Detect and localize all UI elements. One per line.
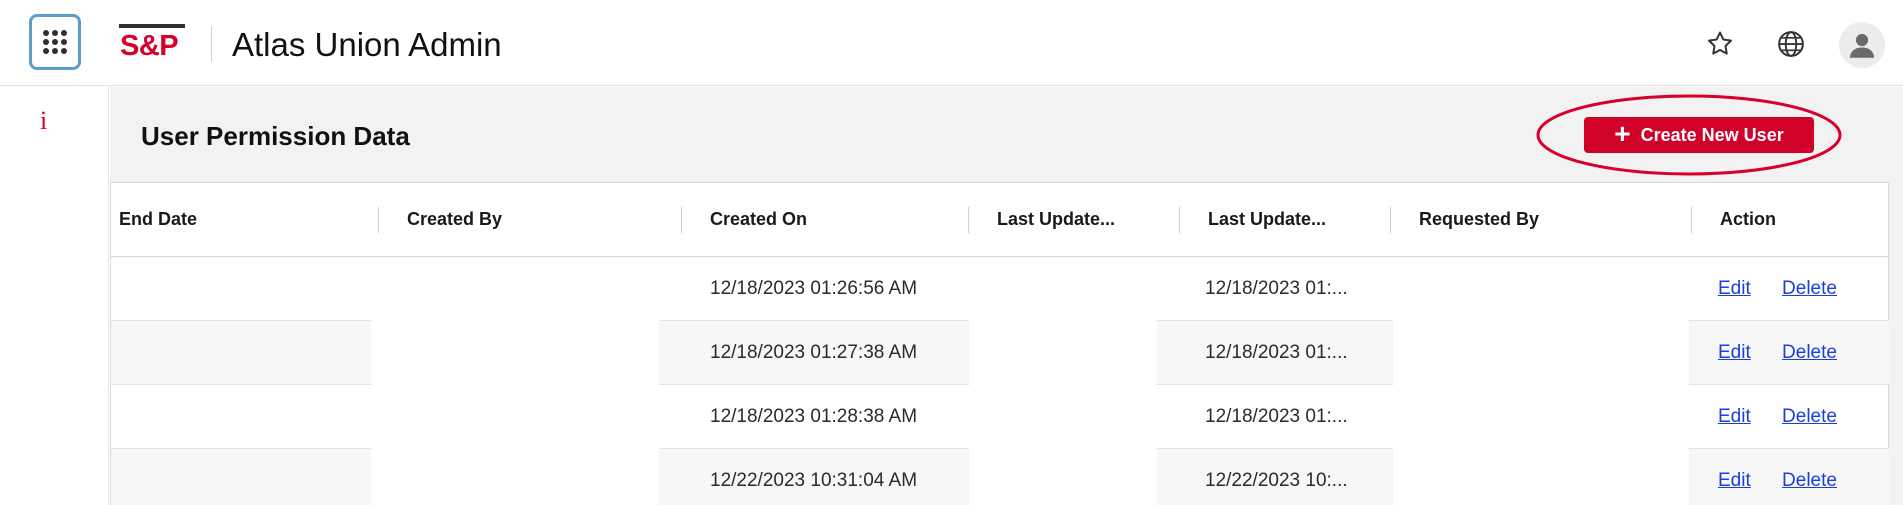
edit-link[interactable]: Edit (1718, 278, 1751, 299)
table-row: 12/18/2023 01:27:38 AM 12/18/2023 01:...… (111, 321, 1888, 384)
permissions-table: End Date Created By Created On Last Upda… (110, 182, 1889, 505)
table-header: End Date Created By Created On Last Upda… (111, 183, 1888, 257)
delete-link[interactable]: Delete (1782, 342, 1837, 363)
app-grid-icon (43, 30, 67, 54)
user-permission-panel: User Permission Data + Create New User E… (110, 87, 1903, 505)
user-avatar-icon (1849, 33, 1875, 58)
col-last-updated-by[interactable]: Last Update... (1208, 183, 1326, 256)
col-last-updated-on[interactable]: Last Update... (997, 183, 1115, 256)
created-on-cell: 12/18/2023 01:27:38 AM (710, 342, 918, 363)
col-separator (968, 207, 969, 233)
globe-icon (1778, 31, 1804, 57)
delete-link[interactable]: Delete (1782, 278, 1837, 299)
app-title: Atlas Union Admin (232, 26, 502, 63)
header-divider (211, 26, 212, 62)
col-separator (1691, 207, 1692, 233)
col-action: Action (1720, 209, 1776, 229)
logo-text: S&P (120, 30, 179, 62)
action-cell: Edit Delete (1718, 449, 1837, 505)
action-cell: Edit Delete (1718, 385, 1837, 448)
language-button[interactable] (1771, 24, 1811, 64)
top-header: S&P Atlas Union Admin (0, 0, 1903, 86)
col-separator (681, 207, 682, 233)
panel-title: User Permission Data (141, 121, 410, 151)
brand-logo[interactable]: S&P (119, 24, 185, 64)
table-row: 12/18/2023 01:26:56 AM 12/18/2023 01:...… (111, 257, 1888, 320)
col-created-on[interactable]: Created On (710, 183, 807, 256)
plus-icon: + (1614, 117, 1631, 149)
create-new-user-label: Create New User (1640, 124, 1784, 145)
app-root: S&P Atlas Union Admin i User Permission … (0, 0, 1903, 505)
table-row: 12/18/2023 01:28:38 AM 12/18/2023 01:...… (111, 385, 1888, 448)
last-updated-by-cell: 12/22/2023 10:... (1205, 470, 1348, 491)
col-end-date[interactable]: End Date (119, 183, 197, 256)
logo-bar (119, 24, 185, 28)
action-cell: Edit Delete (1718, 257, 1837, 320)
info-icon[interactable]: i (40, 106, 47, 136)
edit-link[interactable]: Edit (1718, 406, 1751, 427)
created-on-cell: 12/18/2023 01:26:56 AM (710, 278, 918, 299)
col-separator (1390, 207, 1391, 233)
created-on-cell: 12/18/2023 01:28:38 AM (710, 406, 918, 427)
delete-link[interactable]: Delete (1782, 406, 1837, 427)
user-avatar-button[interactable] (1839, 22, 1885, 68)
col-separator (1179, 207, 1180, 233)
last-updated-by-cell: 12/18/2023 01:... (1205, 406, 1348, 427)
star-icon (1708, 31, 1732, 55)
last-updated-by-cell: 12/18/2023 01:... (1205, 342, 1348, 363)
favorite-button[interactable] (1700, 24, 1740, 64)
create-new-user-button[interactable]: + Create New User (1584, 117, 1814, 153)
delete-link[interactable]: Delete (1782, 470, 1837, 491)
col-created-by[interactable]: Created By (407, 183, 502, 256)
edit-link[interactable]: Edit (1718, 342, 1751, 363)
table-row: 12/22/2023 10:31:04 AM 12/22/2023 10:...… (111, 449, 1888, 505)
last-updated-by-cell: 12/18/2023 01:... (1205, 278, 1348, 299)
action-cell: Edit Delete (1718, 321, 1837, 384)
app-launcher-button[interactable] (29, 14, 81, 70)
created-on-cell: 12/22/2023 10:31:04 AM (710, 470, 918, 491)
edit-link[interactable]: Edit (1718, 470, 1751, 491)
col-separator (378, 207, 379, 233)
left-rail: i (0, 86, 109, 505)
col-requested-by[interactable]: Requested By (1419, 183, 1539, 256)
